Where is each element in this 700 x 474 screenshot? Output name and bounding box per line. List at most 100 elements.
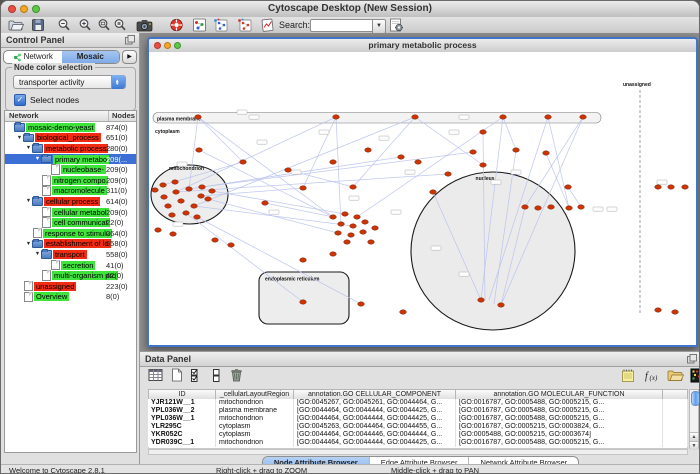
disclosure-triangle-icon[interactable]: ▼ (34, 156, 41, 162)
tree-item-response-to-stimulu[interactable]: response to stimulu264(0) (5, 228, 136, 239)
network-node[interactable] (350, 185, 357, 189)
network-node[interactable] (338, 222, 345, 226)
disclosure-triangle-icon[interactable]: ▼ (25, 241, 32, 247)
select-attributes-icon[interactable] (190, 368, 206, 384)
attribute-matrix-icon[interactable] (690, 368, 700, 384)
tree-item-nucleobase-[interactable]: nucleobase-209(0) (5, 164, 136, 175)
table-cell[interactable]: [GO:0016787, GO:0005488, GO:0005215, G..… (456, 439, 663, 447)
network-node[interactable] (212, 238, 219, 242)
tree-item-metabolic-process[interactable]: ▼metabolic process280(0) (5, 143, 136, 154)
table-cell[interactable] (663, 423, 688, 431)
network-node[interactable] (470, 150, 477, 154)
zoom-in-icon[interactable] (78, 18, 92, 32)
network-node[interactable] (161, 195, 168, 199)
table-vertical-scrollbar[interactable]: ▲ ▼ (689, 389, 699, 449)
network-node[interactable] (348, 233, 355, 237)
network-node[interactable] (333, 115, 340, 119)
more-tabs-arrow[interactable]: ▶ (122, 50, 137, 64)
network-node[interactable] (362, 220, 369, 224)
tree-item-biological-process[interactable]: ▼biological_process651(0) (5, 133, 136, 144)
network-node[interactable] (199, 185, 206, 189)
network-node[interactable] (672, 310, 679, 314)
tree-item-nitrogen-compo[interactable]: nitrogen compo209(0) (5, 175, 136, 186)
network-node[interactable] (500, 115, 507, 119)
table-cell[interactable]: mitochondrion (216, 415, 294, 423)
disclosure-triangle-icon[interactable]: ▼ (25, 198, 32, 204)
network-node[interactable] (535, 206, 542, 210)
table-cell[interactable]: cytoplasm (216, 431, 294, 439)
network-node[interactable] (195, 115, 202, 119)
network-node[interactable] (183, 211, 190, 215)
network-node[interactable] (285, 168, 292, 172)
table-cell[interactable]: YPL036W__1 (148, 415, 216, 423)
table-row[interactable]: YPL036W__1mitochondrion[GO:0044464, GO:0… (148, 415, 688, 423)
attribute-table-icon[interactable] (148, 368, 164, 384)
table-cell[interactable]: YLR295C (148, 423, 216, 431)
layout-red-icon[interactable] (237, 18, 254, 32)
table-cell[interactable]: mitochondrion (216, 439, 294, 447)
network-node[interactable] (344, 240, 351, 244)
table-cell[interactable]: YPL036W__2 (148, 407, 216, 415)
tab-network[interactable]: Network (4, 51, 62, 63)
network-node[interactable] (198, 194, 205, 198)
network-node[interactable] (513, 148, 520, 152)
network-node[interactable] (300, 186, 307, 190)
network-node[interactable] (205, 197, 212, 201)
function-builder-icon[interactable]: f(x) (643, 368, 660, 384)
table-cell[interactable]: [GO:0016787, GO:0005488, GO:0005215, G..… (456, 399, 663, 407)
network-node[interactable] (262, 201, 269, 205)
network-node[interactable] (209, 189, 216, 193)
zoom-fit-icon[interactable] (97, 18, 111, 32)
network-node[interactable] (330, 160, 337, 164)
table-cell[interactable]: [GO:0044464, GO:0044444, GO:0044425, G..… (294, 415, 456, 423)
network-node[interactable] (548, 205, 555, 209)
network-node[interactable] (196, 148, 203, 152)
table-row[interactable]: YPL036W__2plasma membrane[GO:0044464, GO… (148, 407, 688, 415)
network-node[interactable] (478, 298, 485, 302)
tree-item-secretion[interactable]: secretion41(0) (5, 260, 136, 271)
table-cell[interactable]: [GO:0045267, GO:0045261, GO:0044464, G..… (294, 399, 456, 407)
layout-blue-icon[interactable] (213, 18, 230, 32)
tab-mosaic[interactable]: Mosaic (62, 51, 120, 63)
network-node[interactable] (498, 303, 505, 307)
table-cell[interactable]: [GO:0016787, GO:0005488, GO:0005215, G..… (456, 407, 663, 415)
network-node[interactable] (330, 252, 337, 256)
network-node[interactable] (415, 160, 422, 164)
table-cell[interactable]: YJR121W__1 (148, 399, 216, 407)
zoom-out-icon[interactable] (57, 18, 71, 32)
table-cell[interactable]: cytoplasm (216, 423, 294, 431)
network-node[interactable] (480, 163, 487, 167)
table-row[interactable]: YLR295Ccytoplasm[GO:0045263, GO:0044464,… (148, 423, 688, 431)
network-node[interactable] (543, 151, 550, 155)
tree-item-overview[interactable]: Overview8(0) (5, 292, 136, 303)
network-node[interactable] (173, 190, 180, 194)
tree-item-cellular-metabol[interactable]: cellular metabol209(0) (5, 207, 136, 218)
combobox-stepper[interactable] (111, 75, 125, 89)
network-node[interactable] (400, 310, 407, 314)
search-settings-icon[interactable] (389, 18, 404, 32)
table-cell[interactable] (663, 407, 688, 415)
tree-header-network[interactable]: Network (5, 111, 109, 121)
network-node[interactable] (191, 204, 198, 208)
table-cell[interactable] (663, 415, 688, 423)
network-node[interactable] (412, 115, 419, 119)
tree-item-establishment-of-lo[interactable]: ▼establishment of lo558(0) (5, 239, 136, 250)
network-node[interactable] (578, 205, 585, 209)
network-node[interactable] (160, 183, 167, 187)
zoom-selected-icon[interactable] (113, 18, 127, 32)
network-node[interactable] (169, 213, 176, 217)
vizmapper-icon[interactable] (192, 18, 207, 32)
network-node[interactable] (668, 185, 675, 189)
snapshot-camera-icon[interactable] (136, 18, 154, 32)
table-cell[interactable]: YDR039C__1 (148, 439, 216, 447)
tree-item-macromolecule[interactable]: macromolecule311(0) (5, 186, 136, 197)
network-node[interactable] (165, 204, 172, 208)
save-session-icon[interactable] (31, 18, 45, 32)
table-row[interactable]: YJR121W__1mitochondrion[GO:0045267, GO:0… (148, 399, 688, 407)
table-cell[interactable]: [GO:0044464, GO:0044444, GO:0044425, G..… (294, 439, 456, 447)
table-cell[interactable] (663, 439, 688, 447)
delete-attribute-icon[interactable] (230, 368, 243, 384)
table-row[interactable]: YKR052Ccytoplasm[GO:0044464, GO:0044446,… (148, 431, 688, 439)
disclosure-triangle-icon[interactable]: ▼ (25, 145, 32, 151)
table-cell[interactable] (663, 399, 688, 407)
